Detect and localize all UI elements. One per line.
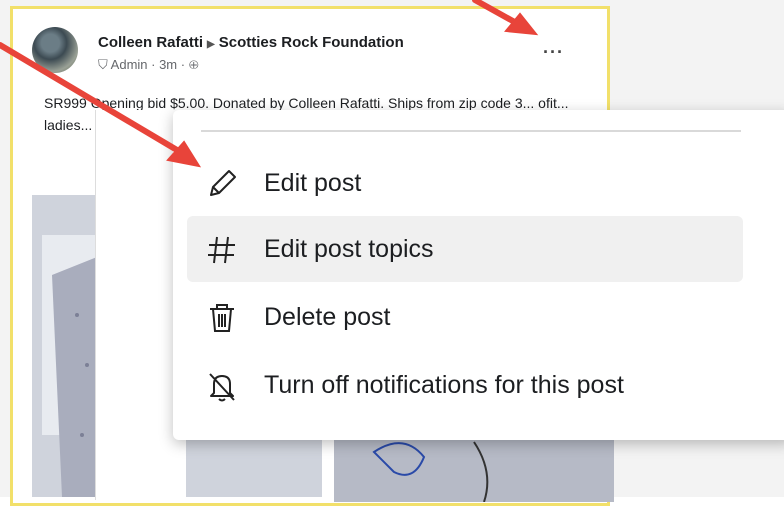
annotation-arrows	[0, 0, 539, 168]
arrow-to-edit-post	[0, 42, 185, 156]
